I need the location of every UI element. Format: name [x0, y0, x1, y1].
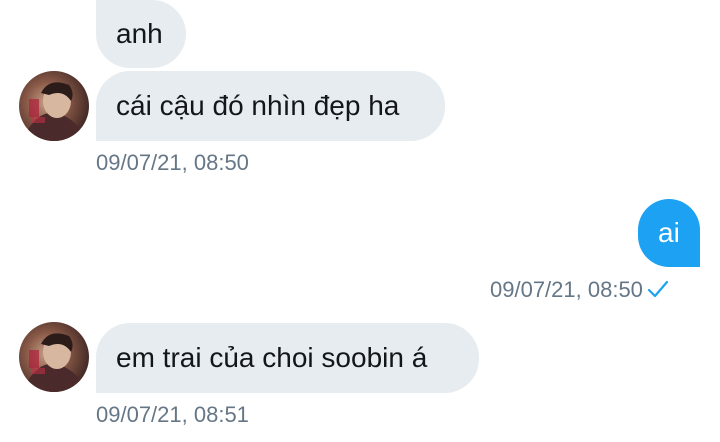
contact-avatar[interactable] [19, 322, 89, 392]
message-timestamp: 09/07/21, 08:51 [96, 404, 249, 426]
avatar-photo-icon [19, 71, 89, 141]
message-bubble-incoming[interactable]: cái cậu đó nhìn đẹp ha [96, 71, 445, 141]
message-bubble-incoming[interactable]: anh [96, 0, 186, 68]
contact-avatar[interactable] [19, 71, 89, 141]
message-text: cái cậu đó nhìn đẹp ha [116, 90, 400, 121]
message-bubble-incoming[interactable]: em trai của choi soobin á [96, 323, 479, 393]
message-text: em trai của choi soobin á [116, 342, 428, 373]
message-timestamp: 09/07/21, 08:50 [490, 279, 669, 303]
avatar-photo-icon [19, 322, 89, 392]
message-timestamp: 09/07/21, 08:50 [96, 152, 249, 174]
check-icon [647, 279, 669, 303]
timestamp-text: 09/07/21, 08:50 [490, 277, 643, 302]
timestamp-text: 09/07/21, 08:50 [96, 150, 249, 175]
message-bubble-outgoing[interactable]: ai [638, 199, 700, 267]
message-text: anh [116, 18, 163, 49]
message-text: ai [658, 217, 680, 248]
timestamp-text: 09/07/21, 08:51 [96, 402, 249, 427]
